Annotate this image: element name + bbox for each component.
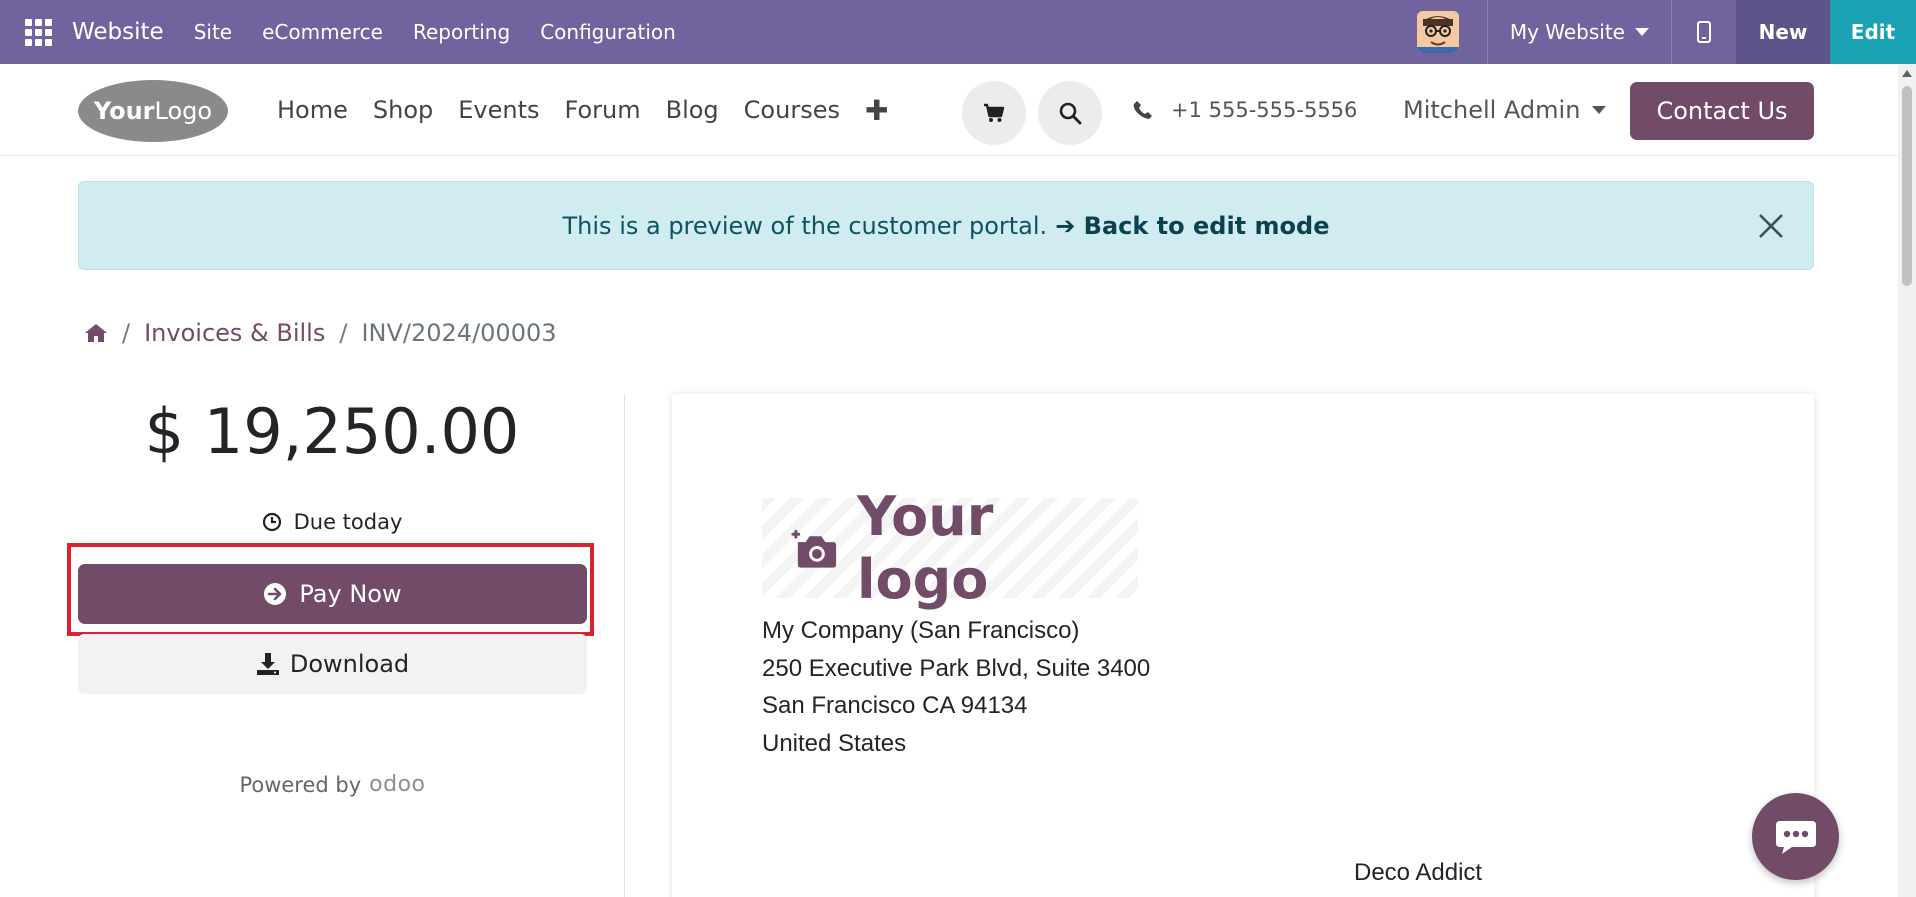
menu-configuration[interactable]: Configuration (540, 20, 676, 44)
page-scrollbar[interactable] (1898, 64, 1916, 897)
download-label: Download (289, 650, 410, 678)
address-line: My Company (San Francisco) (762, 617, 1080, 644)
odoo-logo[interactable]: odoo (369, 772, 425, 797)
phone-icon (1133, 101, 1152, 119)
download-icon (256, 653, 279, 675)
company-logo-text: Your logo (857, 485, 994, 611)
nav-home[interactable]: Home (277, 96, 348, 124)
arrow-circle-right-icon (264, 583, 287, 605)
due-status: Due today (78, 510, 586, 534)
preview-alert-text: This is a preview of the customer portal… (562, 211, 1048, 240)
search-button[interactable] (1038, 81, 1102, 145)
mobile-phone-icon (1697, 21, 1711, 43)
pay-now-label: Pay Now (299, 580, 402, 608)
website-header: Your Logo Home Shop Events Forum Blog Cou… (0, 64, 1898, 156)
powered-by-text: Powered by (239, 772, 362, 797)
mobile-preview-button[interactable] (1672, 0, 1736, 64)
address-line: San Francisco CA 94134 (762, 692, 1028, 719)
user-menu[interactable]: Mitchell Admin (1403, 64, 1607, 156)
admin-topbar: Website Site eCommerce Reporting Configu… (0, 0, 1916, 64)
nav-forum[interactable]: Forum (565, 96, 641, 124)
sidebar-divider (624, 394, 625, 897)
preview-alert: This is a preview of the customer portal… (78, 181, 1814, 270)
user-name: Mitchell Admin (1403, 96, 1581, 124)
pay-now-button[interactable]: Pay Now (78, 564, 587, 624)
camera-plus-icon (791, 529, 837, 568)
breadcrumb: / Invoices & Bills / INV/2024/00003 (84, 316, 557, 350)
nav-shop[interactable]: Shop (373, 96, 433, 124)
chevron-down-icon (1635, 28, 1649, 36)
website-logo[interactable]: Your Logo (78, 80, 228, 142)
breadcrumb-invoices-link[interactable]: Invoices & Bills (144, 319, 325, 347)
company-logo-placeholder[interactable]: Your logo (762, 485, 1138, 611)
main-nav: Home Shop Events Forum Blog Courses ✚ (277, 64, 888, 156)
menu-ecommerce[interactable]: eCommerce (262, 20, 383, 44)
invoice-preview: Your logo My Company (San Francisco) 250… (672, 394, 1814, 897)
breadcrumb-separator: / (122, 319, 131, 347)
download-button[interactable]: Download (78, 634, 587, 694)
customer-name: Deco Addict (1354, 859, 1483, 886)
logo-text-light: Logo (154, 97, 213, 125)
breadcrumb-current: INV/2024/00003 (361, 319, 557, 347)
address-line: United States (762, 729, 907, 757)
due-text: Due today (293, 510, 403, 534)
contact-us-button[interactable]: Contact Us (1630, 82, 1814, 140)
avatar-face-icon (1416, 11, 1459, 53)
scrollbar-thumb[interactable] (1902, 86, 1912, 286)
chevron-down-icon (1592, 106, 1607, 114)
topbar-right: My Website New Edit (1416, 0, 1916, 64)
logo-text-bold: Your (93, 97, 155, 125)
apps-grid-icon[interactable] (24, 18, 52, 46)
scroll-up-icon[interactable] (1902, 70, 1912, 77)
website-selector[interactable]: My Website (1488, 0, 1671, 64)
cart-icon (984, 103, 1005, 122)
nav-events[interactable]: Events (458, 96, 539, 124)
address-line: 250 Executive Park Blvd, Suite 3400 (762, 654, 1151, 682)
breadcrumb-separator: / (339, 319, 348, 347)
menu-site[interactable]: Site (194, 20, 232, 44)
menu-reporting[interactable]: Reporting (413, 20, 510, 44)
invoice-amount: $ 19,250.00 (144, 395, 520, 468)
chat-bubble-icon (1775, 820, 1816, 854)
plus-icon[interactable]: ✚ (865, 94, 888, 127)
phone-contact[interactable]: +1 555-555-5556 (1133, 64, 1357, 156)
phone-number: +1 555-555-5556 (1171, 98, 1358, 122)
livechat-button[interactable] (1752, 793, 1839, 880)
close-icon[interactable] (1755, 210, 1787, 242)
company-address: My Company (San Francisco) 250 Executive… (762, 612, 1150, 762)
user-avatar[interactable] (1416, 11, 1459, 53)
home-icon[interactable] (84, 322, 108, 344)
app-brand[interactable]: Website (72, 19, 164, 45)
back-to-edit-link[interactable]: ➔ Back to edit mode (1055, 212, 1329, 240)
edit-button[interactable]: Edit (1830, 0, 1916, 64)
new-button[interactable]: New (1736, 0, 1830, 64)
website-selector-label: My Website (1509, 20, 1625, 44)
powered-by: Powered by odoo (78, 772, 587, 797)
customer-address: Deco Addict (1354, 854, 1482, 891)
search-icon (1059, 102, 1082, 125)
nav-courses[interactable]: Courses (744, 96, 840, 124)
nav-blog[interactable]: Blog (666, 96, 719, 124)
clock-icon (262, 512, 281, 532)
cart-button[interactable] (962, 81, 1026, 145)
